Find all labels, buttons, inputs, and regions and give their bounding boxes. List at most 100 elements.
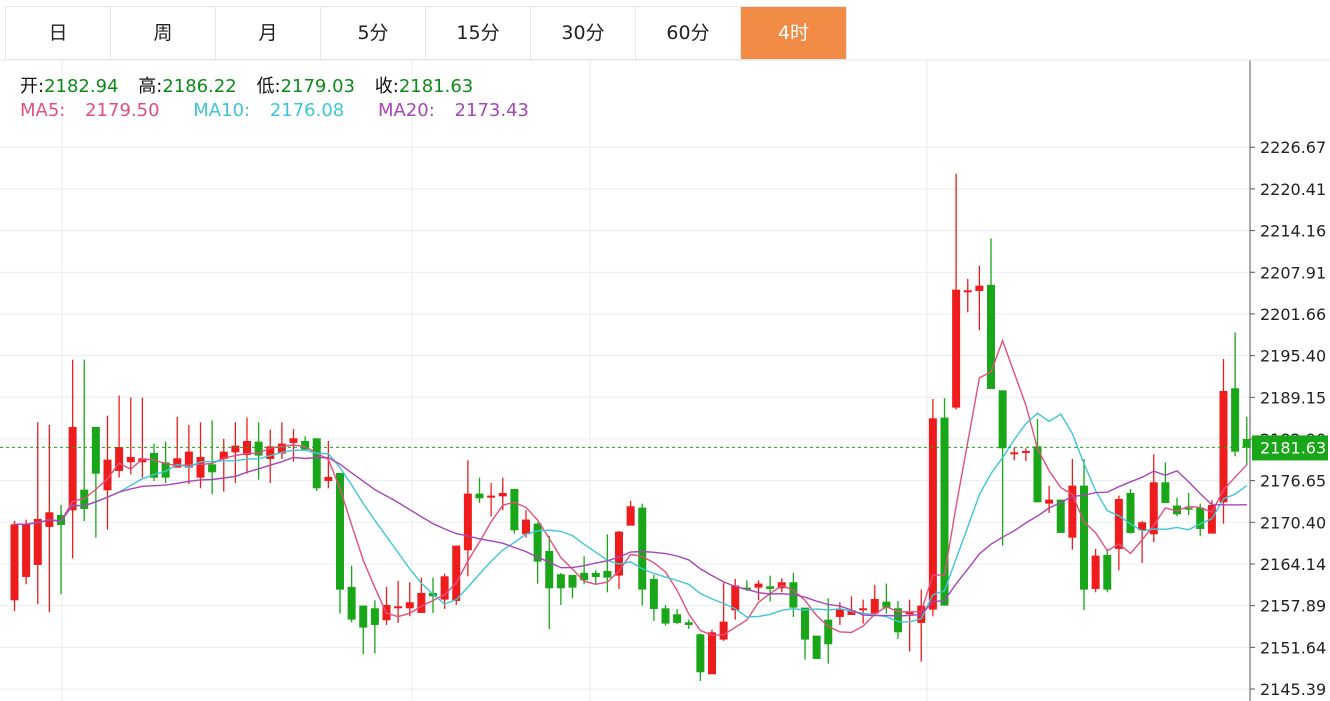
candle-body <box>231 445 240 453</box>
last-price-label: 2181.63 <box>1260 438 1326 457</box>
candle-body <box>940 417 949 606</box>
candle-body <box>91 426 100 474</box>
y-tick-label: 2207.91 <box>1260 263 1326 282</box>
candle-body <box>859 608 868 611</box>
candle-body <box>1045 499 1054 504</box>
candle-body <box>835 608 844 617</box>
low-label: 低: <box>256 76 281 97</box>
y-tick-label: 2220.41 <box>1260 180 1326 199</box>
candle-body <box>1161 482 1170 503</box>
candle-body <box>359 605 368 628</box>
ma20-line <box>14 456 1247 617</box>
candle-body <box>498 492 507 497</box>
ma5-line <box>14 338 1248 636</box>
candle-body <box>22 524 31 577</box>
low-value: 2179.03 <box>280 76 356 97</box>
candle-body <box>975 285 984 291</box>
candle-body <box>1021 450 1030 453</box>
candle-body <box>754 583 763 588</box>
candle-body <box>475 493 484 499</box>
ma20-value: 2173.43 <box>454 100 529 121</box>
high-label: 高: <box>138 76 163 97</box>
y-tick-label: 2214.16 <box>1260 222 1326 241</box>
y-tick-label: 2189.15 <box>1260 388 1326 407</box>
candle-body <box>1010 452 1019 455</box>
candle-body <box>452 545 461 601</box>
candle-body <box>1091 555 1100 589</box>
ma20-legend: MA20: 2173.43 <box>378 100 543 121</box>
candle-body <box>1242 438 1251 448</box>
candle-body <box>963 290 972 293</box>
candle-body <box>289 438 298 443</box>
candle-body <box>394 606 403 609</box>
candle-body <box>731 585 740 611</box>
y-tick-label: 2151.64 <box>1260 638 1326 657</box>
candle-body <box>998 390 1007 449</box>
candle-body <box>603 570 612 578</box>
ma20-label: MA20: <box>378 100 435 121</box>
y-tick-label: 2226.67 <box>1260 138 1326 157</box>
ma5-value: 2179.50 <box>85 100 160 121</box>
candle-body <box>1219 390 1228 503</box>
candle-body <box>33 518 42 565</box>
candle-body <box>347 586 356 620</box>
candle-body <box>487 495 496 498</box>
candle-body <box>510 488 519 531</box>
candle-body <box>405 602 414 609</box>
open-label: 开: <box>20 76 45 97</box>
y-tick-label: 2170.40 <box>1260 513 1326 532</box>
candle-body <box>649 578 658 609</box>
candle-body <box>417 592 426 613</box>
ma10-label: MA10: <box>193 100 251 121</box>
ma-legend: MA5: 2179.50 MA10: 2176.08 MA20: 2173.43 <box>20 100 557 121</box>
candle-body <box>615 531 623 576</box>
candle-body <box>673 614 682 623</box>
candle-body <box>10 524 19 601</box>
high-value: 2186.22 <box>162 76 237 97</box>
candle-body <box>463 493 472 551</box>
candle-body <box>1114 498 1123 549</box>
candle-body <box>196 456 205 478</box>
ma5-legend: MA5: 2179.50 <box>20 100 174 121</box>
ohlc-readout: 开:2182.94 高:2186.22 低:2179.03 收:2181.63 <box>20 72 473 98</box>
y-tick-label: 2176.65 <box>1260 472 1326 491</box>
candle-body <box>812 635 821 659</box>
y-tick-label: 2195.40 <box>1260 347 1326 366</box>
candle-body <box>661 608 670 624</box>
close-label: 收: <box>374 76 399 97</box>
open-value: 2182.94 <box>44 76 119 97</box>
y-tick-label: 2145.39 <box>1260 680 1326 699</box>
candle-body <box>126 456 135 463</box>
candle-body <box>208 464 217 473</box>
candle-body <box>766 586 775 589</box>
candle-body <box>696 634 705 673</box>
candle-body <box>1231 388 1240 452</box>
candle-body <box>801 607 809 640</box>
y-tick-label: 2157.89 <box>1260 597 1326 616</box>
candle-body <box>591 572 600 577</box>
ma5-label: MA5: <box>20 100 66 121</box>
ma10-value: 2176.08 <box>269 100 345 121</box>
candle-body <box>545 550 554 589</box>
candle-body <box>870 598 879 614</box>
candle-body <box>719 621 728 640</box>
y-tick-label: 2201.66 <box>1260 305 1326 324</box>
y-tick-label: 2164.14 <box>1260 555 1326 574</box>
ma10-legend: MA10: 2176.08 <box>193 100 358 121</box>
candle-body <box>952 289 961 408</box>
candle-body <box>522 519 530 535</box>
candle-body <box>684 622 693 625</box>
candle-body <box>68 426 77 511</box>
candle-body <box>370 608 379 625</box>
candle-body <box>626 506 635 526</box>
close-value: 2181.63 <box>398 76 474 97</box>
candle-body <box>568 574 577 588</box>
candle-body <box>1149 482 1158 535</box>
candle-body <box>556 574 565 589</box>
candle-body <box>1056 499 1065 533</box>
candle-body <box>1126 492 1135 533</box>
candle-body <box>312 438 321 489</box>
candle-body <box>324 476 333 481</box>
candle-body <box>638 507 647 590</box>
candle-body <box>708 632 716 675</box>
